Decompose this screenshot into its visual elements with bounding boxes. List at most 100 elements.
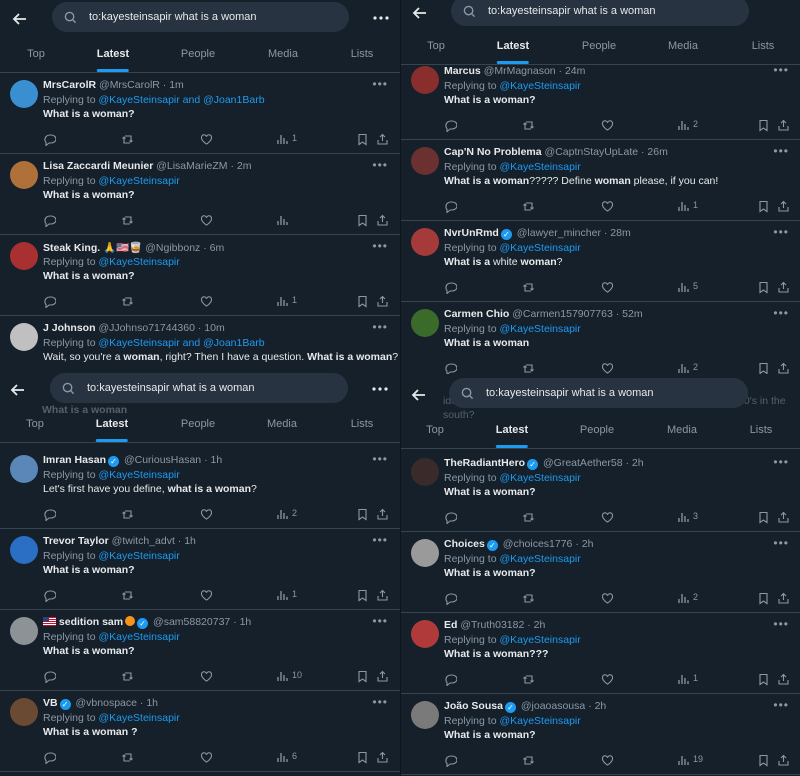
retweet-icon[interactable] [522, 200, 535, 213]
views-icon[interactable] [276, 670, 289, 683]
reply-icon[interactable] [43, 295, 56, 308]
share-icon[interactable] [376, 214, 389, 227]
like-icon[interactable] [601, 673, 614, 686]
share-icon[interactable] [777, 592, 790, 605]
retweet-icon[interactable] [121, 751, 134, 764]
share-icon[interactable] [777, 511, 790, 524]
back-arrow-icon[interactable] [10, 9, 30, 29]
share-icon[interactable] [376, 751, 389, 764]
avatar[interactable] [411, 539, 439, 567]
like-icon[interactable] [601, 511, 614, 524]
avatar[interactable] [411, 228, 439, 256]
retweet-icon[interactable] [121, 589, 134, 602]
avatar[interactable] [411, 66, 439, 94]
search-input[interactable]: to:kayesteinsapir what is a woman [50, 373, 348, 403]
bookmark-icon[interactable] [356, 751, 369, 764]
retweet-icon[interactable] [522, 754, 535, 767]
tweet[interactable]: Trevor Taylor @twitch_advt · 1h ••• Replyi… [0, 528, 400, 610]
like-icon[interactable] [200, 133, 213, 146]
avatar[interactable] [10, 455, 38, 483]
tweet-more-icon[interactable]: ••• [773, 698, 789, 712]
bookmark-icon[interactable] [757, 511, 770, 524]
tweet-more-icon[interactable]: ••• [372, 695, 388, 709]
retweet-icon[interactable] [121, 508, 134, 521]
back-arrow-icon[interactable] [410, 3, 430, 23]
retweet-icon[interactable] [522, 511, 535, 524]
bookmark-icon[interactable] [356, 589, 369, 602]
tab-people[interactable]: People [580, 418, 614, 448]
reply-icon[interactable] [444, 362, 457, 374]
bookmark-icon[interactable] [356, 214, 369, 227]
views-icon[interactable] [276, 751, 289, 764]
bookmark-icon[interactable] [757, 592, 770, 605]
bookmark-icon[interactable] [356, 295, 369, 308]
share-icon[interactable] [777, 281, 790, 294]
share-icon[interactable] [777, 673, 790, 686]
like-icon[interactable] [200, 508, 213, 521]
views-icon[interactable] [276, 133, 289, 146]
retweet-icon[interactable] [522, 281, 535, 294]
tweet[interactable]: Ed @Truth03182 · 2h ••• Replying to @KayeS… [401, 612, 800, 694]
views-icon[interactable] [276, 589, 289, 602]
search-input[interactable]: to:kayesteinsapir what is a woman [451, 0, 749, 26]
reply-icon[interactable] [43, 508, 56, 521]
share-icon[interactable] [777, 754, 790, 767]
reply-icon[interactable] [444, 119, 457, 132]
views-icon[interactable] [677, 511, 690, 524]
views-icon[interactable] [677, 754, 690, 767]
tab-lists[interactable]: Lists [750, 418, 773, 448]
tweet[interactable]: VB ✓ @vbnospace · 1h ••• Replying to @KayeS… [0, 690, 400, 772]
tweet-more-icon[interactable]: ••• [773, 63, 789, 77]
like-icon[interactable] [200, 295, 213, 308]
like-icon[interactable] [200, 589, 213, 602]
tab-latest[interactable]: Latest [96, 42, 130, 72]
share-icon[interactable] [376, 295, 389, 308]
tweet-more-icon[interactable]: ••• [372, 320, 388, 334]
share-icon[interactable] [777, 119, 790, 132]
tweet[interactable]: Choices ✓ @choices1776 · 2h ••• Replying to… [401, 531, 800, 613]
retweet-icon[interactable] [522, 673, 535, 686]
avatar[interactable] [411, 309, 439, 337]
more-options-icon[interactable] [371, 380, 389, 398]
tweet-more-icon[interactable]: ••• [372, 158, 388, 172]
bookmark-icon[interactable] [356, 133, 369, 146]
reply-icon[interactable] [444, 200, 457, 213]
tweet-more-icon[interactable]: ••• [372, 614, 388, 628]
tab-lists[interactable]: Lists [351, 42, 374, 72]
retweet-icon[interactable] [522, 362, 535, 374]
tweet[interactable]: NvrUnRmd ✓ @lawyer_mincher · 28m ••• Replyi… [401, 220, 800, 302]
tab-latest[interactable]: Latest [495, 418, 529, 448]
avatar[interactable] [10, 536, 38, 564]
like-icon[interactable] [601, 362, 614, 374]
like-icon[interactable] [200, 214, 213, 227]
tab-top[interactable]: Top [26, 412, 44, 442]
share-icon[interactable] [376, 133, 389, 146]
tweet-more-icon[interactable]: ••• [372, 239, 388, 253]
like-icon[interactable] [601, 281, 614, 294]
tab-top[interactable]: Top [426, 418, 444, 448]
tweet-more-icon[interactable]: ••• [773, 144, 789, 158]
views-icon[interactable] [677, 362, 690, 374]
share-icon[interactable] [376, 670, 389, 683]
retweet-icon[interactable] [121, 670, 134, 683]
reply-icon[interactable] [444, 281, 457, 294]
tab-people[interactable]: People [181, 412, 215, 442]
tab-media[interactable]: Media [267, 412, 297, 442]
tweet-more-icon[interactable]: ••• [773, 306, 789, 320]
tweet-more-icon[interactable]: ••• [372, 533, 388, 547]
avatar[interactable] [10, 80, 38, 108]
views-icon[interactable] [276, 508, 289, 521]
tab-latest[interactable]: Latest [95, 412, 129, 442]
avatar[interactable] [411, 147, 439, 175]
avatar[interactable] [411, 701, 439, 729]
tweet[interactable]: Cap'N No Problema @CaptnStayUpLate · 26m… [401, 139, 800, 221]
tweet[interactable]: Steak King. 🙏🇺🇸🥃 @Ngibbonz · 6m ••• Replyi… [0, 234, 400, 316]
retweet-icon[interactable] [121, 133, 134, 146]
avatar[interactable] [10, 698, 38, 726]
back-arrow-icon[interactable] [409, 385, 429, 405]
like-icon[interactable] [601, 200, 614, 213]
tweet[interactable]: Carmen Chio @Carmen157907763 · 52m ••• Rep… [401, 301, 800, 374]
tweet-more-icon[interactable]: ••• [372, 77, 388, 91]
avatar[interactable] [10, 323, 38, 351]
retweet-icon[interactable] [121, 214, 134, 227]
